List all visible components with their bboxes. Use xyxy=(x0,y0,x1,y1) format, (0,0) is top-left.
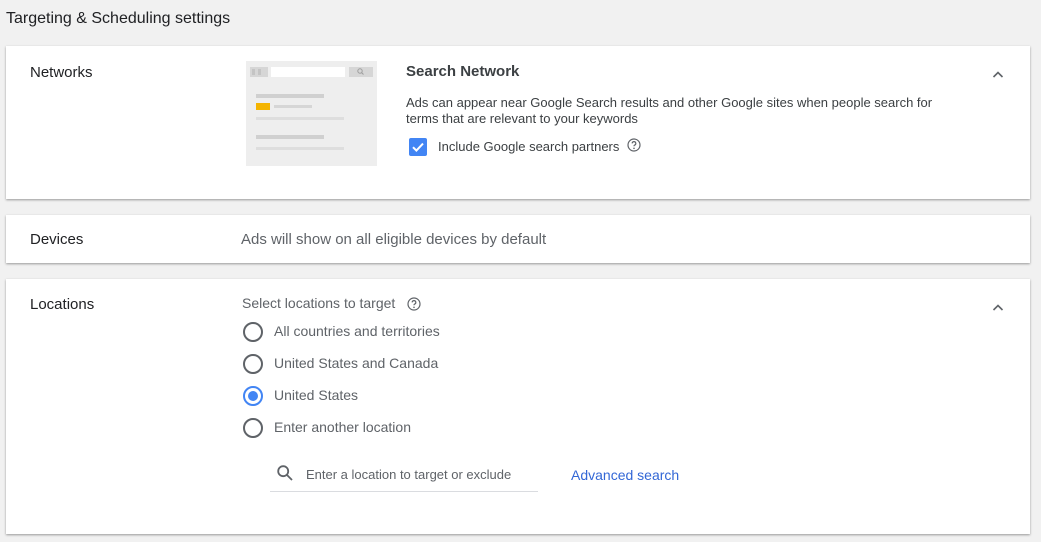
radio-button[interactable] xyxy=(243,418,263,438)
networks-label: Networks xyxy=(30,64,93,81)
locations-prompt: Select locations to target xyxy=(242,295,396,311)
page-title: Targeting & Scheduling settings xyxy=(6,10,231,27)
locations-card: Locations Select locations to target All… xyxy=(6,279,1030,534)
collapse-locations-chevron-up-icon[interactable] xyxy=(992,301,1004,313)
search-network-illustration xyxy=(246,61,377,166)
location-option-label: Enter another location xyxy=(274,419,411,435)
location-option-label: All countries and territories xyxy=(274,323,440,339)
devices-label: Devices xyxy=(30,231,84,248)
search-network-description: Ads can appear near Google Search result… xyxy=(406,95,933,126)
location-search-box xyxy=(270,459,538,492)
search-network-title: Search Network xyxy=(406,63,520,80)
collapse-networks-chevron-up-icon[interactable] xyxy=(992,68,1004,80)
help-icon[interactable] xyxy=(407,297,421,311)
radio-button-selected[interactable] xyxy=(243,386,263,406)
locations-label: Locations xyxy=(30,296,95,313)
networks-card: Networks Search Network Ads can appear n… xyxy=(6,46,1030,199)
radio-button[interactable] xyxy=(243,322,263,342)
radio-button[interactable] xyxy=(243,354,263,374)
devices-summary: Ads will show on all eligible devices by… xyxy=(241,231,547,248)
advanced-search-link[interactable]: Advanced search xyxy=(571,467,679,483)
checkmark-icon xyxy=(412,142,424,153)
search-icon xyxy=(276,464,294,482)
location-option-label: United States xyxy=(274,387,359,403)
devices-card[interactable]: Devices Ads will show on all eligible de… xyxy=(6,215,1030,263)
location-search-input[interactable] xyxy=(306,463,534,485)
location-option-label: United States and Canada xyxy=(274,355,439,371)
include-search-partners-label: Include Google search partners xyxy=(438,139,620,154)
help-icon[interactable] xyxy=(627,138,641,152)
include-search-partners-checkbox[interactable] xyxy=(409,138,427,156)
